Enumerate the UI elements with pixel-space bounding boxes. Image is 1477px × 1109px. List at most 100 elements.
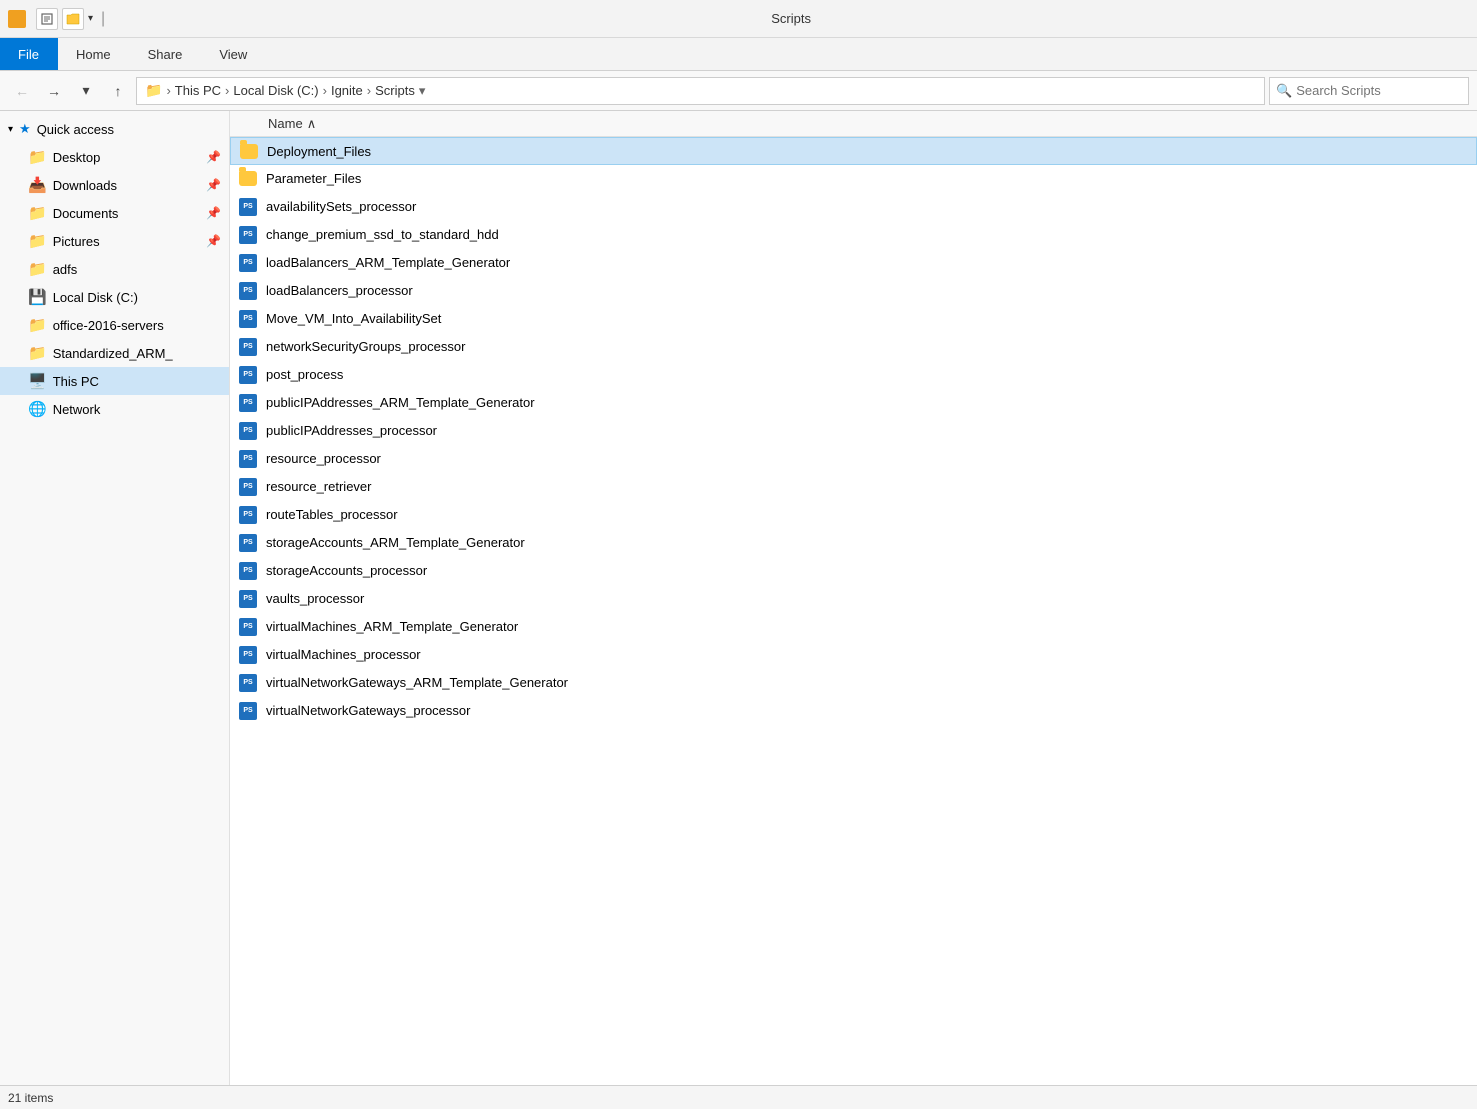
sort-by-name-button[interactable]: Name ∧ [264,116,320,132]
sidebar-item-office[interactable]: 📁 office-2016-servers [0,311,229,339]
table-row[interactable]: Move_VM_Into_AvailabilitySet [230,305,1477,333]
tab-share[interactable]: Share [130,38,202,70]
tab-view[interactable]: View [201,38,266,70]
script-icon [238,561,258,581]
table-row[interactable]: storageAccounts_ARM_Template_Generator [230,529,1477,557]
forward-button[interactable]: → [40,77,68,105]
script-icon [238,197,258,217]
sidebar-item-label-desktop: Desktop [53,150,101,165]
file-name: publicIPAddresses_ARM_Template_Generator [266,395,535,410]
table-row[interactable]: Parameter_Files [230,165,1477,193]
tab-file[interactable]: File [0,38,58,70]
recent-locations-button[interactable]: ▾ [72,77,100,105]
table-row[interactable]: publicIPAddresses_ARM_Template_Generator [230,389,1477,417]
address-bar-area: ← → ▾ ↑ 📁 › This PC › Local Disk (C:) › … [0,71,1477,111]
table-row[interactable]: storageAccounts_processor [230,557,1477,585]
sidebar-item-label-standardized: Standardized_ARM_ [53,346,173,361]
qat-chevron[interactable]: ▾ [88,8,93,30]
table-row[interactable]: routeTables_processor [230,501,1477,529]
status-text: 21 items [8,1091,53,1105]
table-row[interactable]: virtualMachines_processor [230,641,1477,669]
breadcrumb-localdisk[interactable]: Local Disk (C:) [233,83,318,98]
breadcrumb-sep-0: › [166,83,170,98]
script-icon [238,225,258,245]
app-icon [8,10,26,28]
table-row[interactable]: loadBalancers_ARM_Template_Generator [230,249,1477,277]
search-input[interactable] [1296,83,1462,98]
file-name: Deployment_Files [267,144,371,159]
sidebar-item-label-pictures: Pictures [53,234,100,249]
file-name: virtualNetworkGateways_ARM_Template_Gene… [266,675,568,690]
search-box[interactable]: 🔍 [1269,77,1469,105]
table-row[interactable]: networkSecurityGroups_processor [230,333,1477,361]
file-name: loadBalancers_processor [266,283,413,298]
main-content: ▾ ★ Quick access 📁 Desktop 📌 📥 Downloads… [0,111,1477,1085]
sidebar-item-desktop[interactable]: 📁 Desktop 📌 [0,143,229,171]
sidebar-item-label-thispc: This PC [53,374,99,389]
sidebar: ▾ ★ Quick access 📁 Desktop 📌 📥 Downloads… [0,111,230,1085]
table-row[interactable]: Deployment_Files [230,137,1477,165]
properties-qat-button[interactable] [36,8,58,30]
ribbon: File Home Share View [0,38,1477,71]
file-name: publicIPAddresses_processor [266,423,437,438]
pin-icon-desktop: 📌 [206,150,221,164]
table-row[interactable]: loadBalancers_processor [230,277,1477,305]
new-folder-qat-button[interactable] [62,8,84,30]
table-row[interactable]: post_process [230,361,1477,389]
sidebar-item-label-network: Network [53,402,101,417]
pin-icon-documents: 📌 [206,206,221,220]
script-icon [238,393,258,413]
breadcrumb-thispc[interactable]: This PC [175,83,221,98]
script-icon [238,701,258,721]
table-row[interactable]: publicIPAddresses_processor [230,417,1477,445]
script-icon [238,449,258,469]
sidebar-item-standardized[interactable]: 📁 Standardized_ARM_ [0,339,229,367]
table-row[interactable]: resource_processor [230,445,1477,473]
script-icon [238,253,258,273]
sidebar-item-localdisk[interactable]: 💾 Local Disk (C:) [0,283,229,311]
script-icon [238,505,258,525]
file-name: virtualMachines_ARM_Template_Generator [266,619,518,634]
sidebar-item-label-downloads: Downloads [53,178,117,193]
up-button[interactable]: ↑ [104,77,132,105]
file-list-header: Name ∧ [230,111,1477,137]
file-rows-container: Deployment_Files Parameter_Files availabil… [230,137,1477,725]
folder-icon [238,169,258,189]
sidebar-item-downloads[interactable]: 📥 Downloads 📌 [0,171,229,199]
quick-access-label: Quick access [37,122,114,137]
table-row[interactable]: vaults_processor [230,585,1477,613]
table-row[interactable]: virtualNetworkGateways_processor [230,697,1477,725]
sidebar-item-label-localdisk: Local Disk (C:) [53,290,138,305]
sidebar-item-thispc[interactable]: 🖥️ This PC [0,367,229,395]
sidebar-section-quick-access[interactable]: ▾ ★ Quick access [0,115,229,143]
drive-icon: 💾 [28,288,47,306]
file-name: availabilitySets_processor [266,199,416,214]
pin-icon-downloads: 📌 [206,178,221,192]
sidebar-item-documents[interactable]: 📁 Documents 📌 [0,199,229,227]
quick-access-toolbar: ▾ [36,8,93,30]
address-box[interactable]: 📁 › This PC › Local Disk (C:) › Ignite ›… [136,77,1265,105]
window-title: Scripts [113,11,1469,26]
pc-icon: 🖥️ [28,372,47,390]
script-icon [238,673,258,693]
table-row[interactable]: virtualMachines_ARM_Template_Generator [230,613,1477,641]
back-button[interactable]: ← [8,77,36,105]
breadcrumb-scripts[interactable]: Scripts [375,83,415,98]
quick-access-chevron-icon: ▾ [8,124,13,135]
table-row[interactable]: change_premium_ssd_to_standard_hdd [230,221,1477,249]
table-row[interactable]: virtualNetworkGateways_ARM_Template_Gene… [230,669,1477,697]
sidebar-item-pictures[interactable]: 📁 Pictures 📌 [0,227,229,255]
breadcrumb-ignite[interactable]: Ignite [331,83,363,98]
breadcrumb-sep-2: › [323,83,327,98]
sidebar-item-adfs[interactable]: 📁 adfs [0,255,229,283]
file-name: virtualNetworkGateways_processor [266,703,470,718]
sidebar-item-network[interactable]: 🌐 Network [0,395,229,423]
table-row[interactable]: resource_retriever [230,473,1477,501]
table-row[interactable]: availabilitySets_processor [230,193,1477,221]
folder-standardized-icon: 📁 [28,344,47,362]
file-name: loadBalancers_ARM_Template_Generator [266,255,510,270]
sidebar-item-label-office: office-2016-servers [53,318,164,333]
script-icon [238,533,258,553]
breadcrumb-end: ▾ [419,83,426,99]
tab-home[interactable]: Home [58,38,130,70]
